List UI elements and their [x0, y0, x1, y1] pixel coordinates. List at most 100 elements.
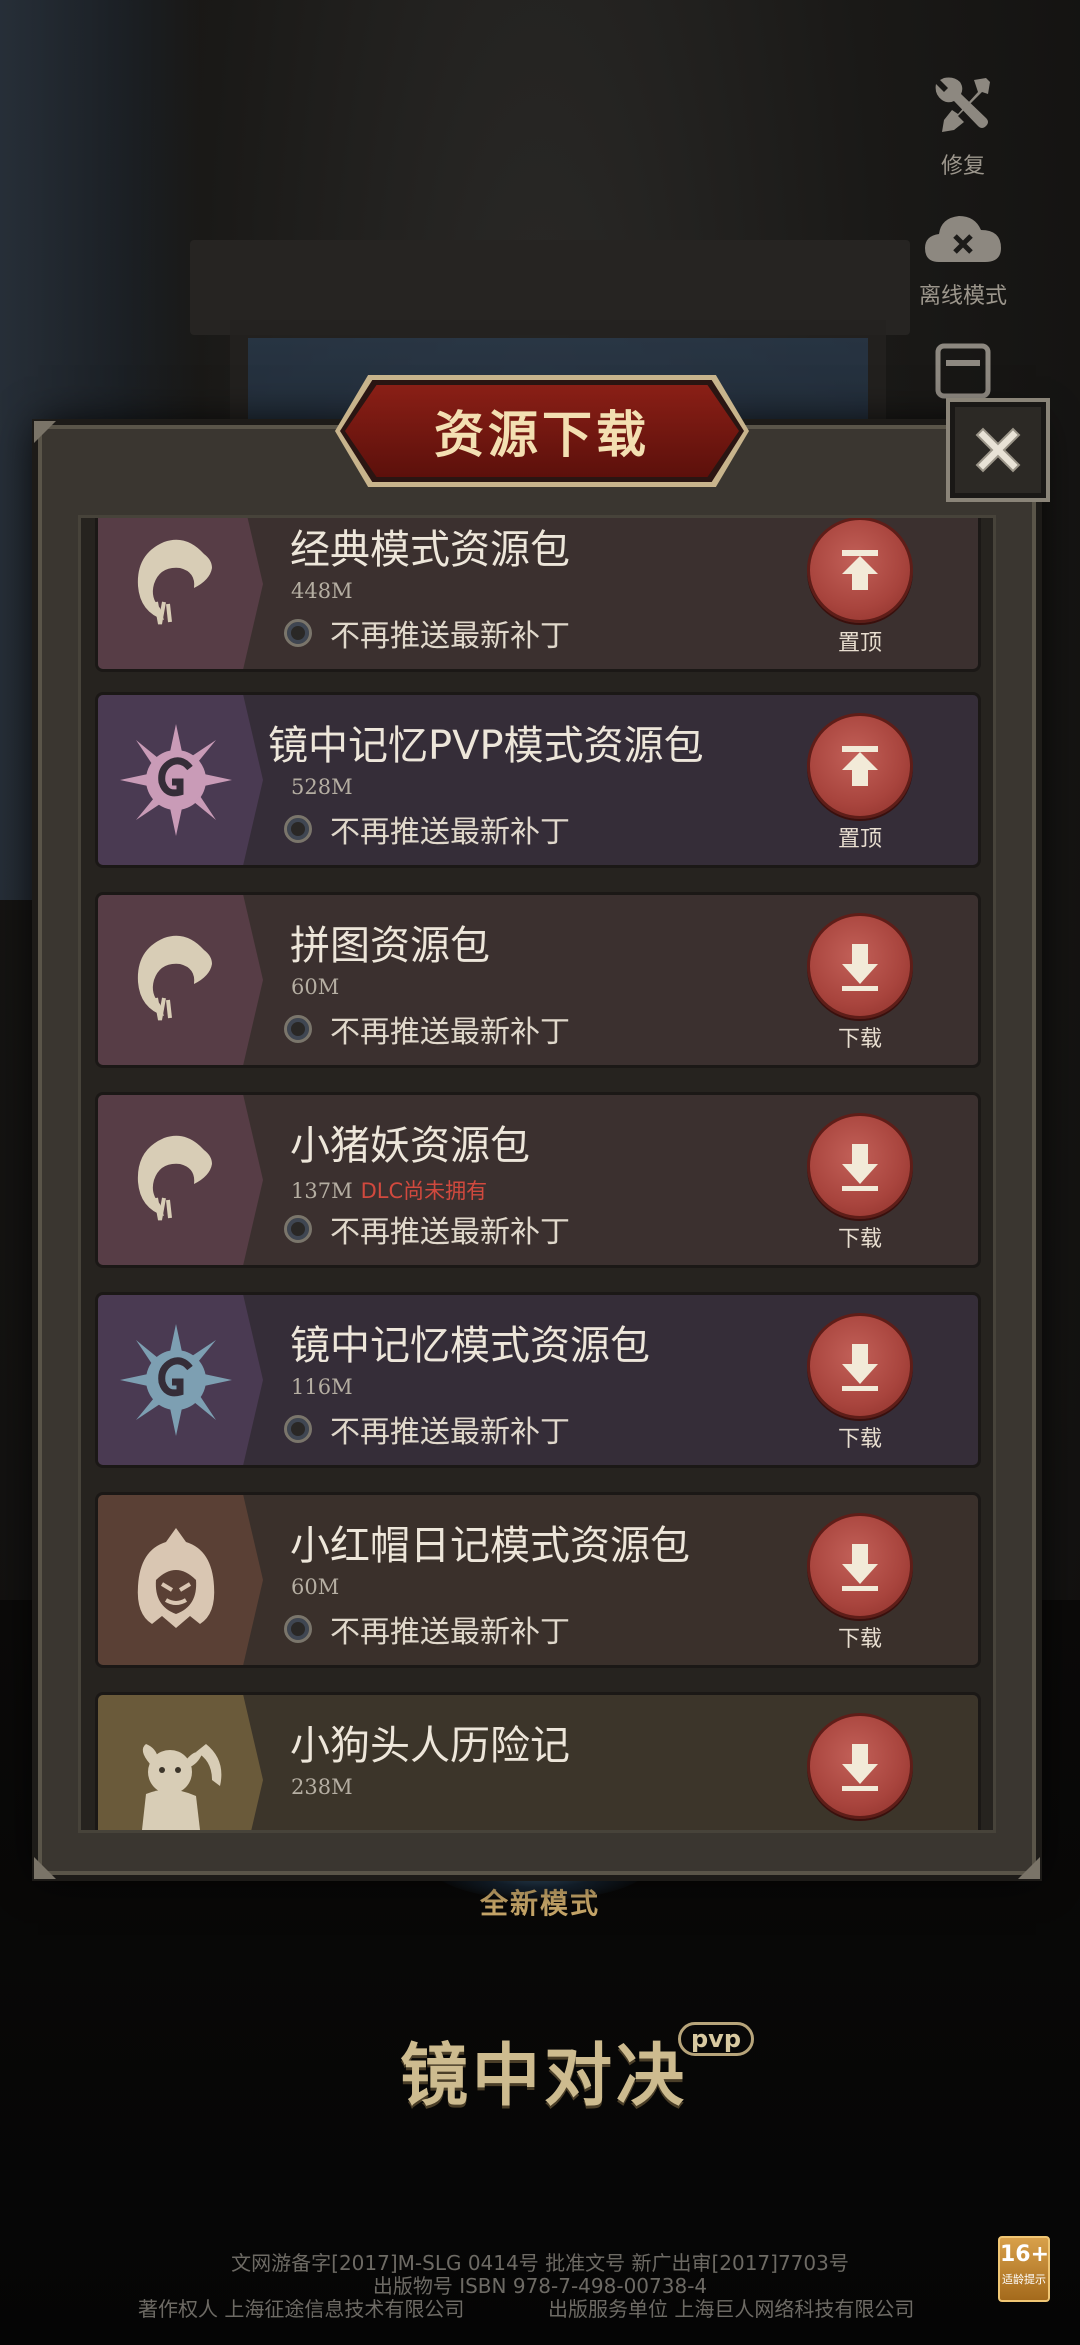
- download-icon: [842, 1544, 878, 1591]
- document-icon: [935, 343, 991, 399]
- offline-mode-button[interactable]: 离线模式: [903, 208, 1023, 310]
- no-patch-push-label: 不再推送最新补丁: [330, 619, 570, 654]
- item-size: 60M: [291, 975, 339, 999]
- pin-top-icon: [842, 550, 878, 590]
- download-button[interactable]: 下载: [806, 1313, 914, 1463]
- item-name: 小红帽日记模式资源包: [290, 1523, 690, 1569]
- modal-title: 资源下载: [434, 406, 650, 464]
- no-patch-push-checkbox[interactable]: 不再推送最新补丁: [284, 1207, 570, 1251]
- no-patch-push-label: 不再推送最新补丁: [330, 1415, 570, 1450]
- item-size: 137M DLC尚未拥有: [291, 1175, 487, 1205]
- frame-corner: [1018, 1857, 1040, 1879]
- swirl-moon-icon: [137, 1135, 212, 1221]
- resource-item: 经典模式资源包 448M 不再推送最新补丁 置顶: [95, 518, 981, 672]
- item-name: 小猪妖资源包: [290, 1123, 530, 1169]
- no-patch-push-label: 不再推送最新补丁: [330, 1215, 570, 1250]
- publishing-service: 出版服务单位 上海巨人网络科技有限公司: [548, 2297, 915, 2321]
- item-size-value: 116M: [291, 1375, 353, 1399]
- offline-mode-label: 离线模式: [918, 284, 1007, 309]
- game-logo-badge: pvp: [678, 2022, 755, 2056]
- item-name: 镜中记忆PVP模式资源包: [268, 723, 704, 769]
- resource-item: 拼图资源包 60M 不再推送最新补丁 下载: [95, 892, 981, 1068]
- item-name: 小狗头人历险记: [290, 1723, 570, 1769]
- item-size: 60M: [291, 1575, 339, 1599]
- item-name: 拼图资源包: [290, 923, 490, 969]
- age-rating-badge[interactable]: 16+ 适龄提示: [998, 2236, 1050, 2302]
- dog-kobold-icon: [142, 1744, 222, 1830]
- frame-corner: [34, 1857, 56, 1879]
- spiky-g-blue-icon: [120, 1324, 232, 1436]
- cloud-offline-icon: [925, 216, 1001, 262]
- repair-button[interactable]: 修复: [903, 72, 1023, 180]
- download-label: 下载: [837, 1627, 882, 1652]
- radio-circle[interactable]: [284, 1415, 312, 1443]
- item-size-value: 60M: [291, 975, 340, 999]
- game-logo: 镜中对决 pvp: [400, 2010, 760, 2120]
- radio-circle[interactable]: [284, 619, 312, 647]
- download-icon: [842, 944, 878, 991]
- no-patch-push-checkbox[interactable]: 不再推送最新补丁: [284, 611, 570, 655]
- download-button[interactable]: 下载: [806, 1113, 914, 1263]
- footer-copyright-line: 著作权人 上海征途信息技术有限公司 出版服务单位 上海巨人网络科技有限公司: [0, 2298, 1080, 2321]
- item-size: 528M: [291, 775, 353, 799]
- download-label: 下载: [837, 1027, 882, 1052]
- wrench-screwdriver-icon: [935, 77, 990, 132]
- no-patch-push-checkbox[interactable]: 不再推送最新补丁: [284, 807, 570, 851]
- radio-circle[interactable]: [284, 1015, 312, 1043]
- resource-item: 镜中记忆PVP模式资源包 528M 不再推送最新补丁 置顶: [95, 692, 981, 868]
- item-size-value: 448M: [291, 579, 353, 603]
- item-size: 116M: [291, 1375, 353, 1399]
- item-size-value: 60M: [291, 1575, 340, 1599]
- download-icon: [842, 1744, 878, 1791]
- resource-item: 小红帽日记模式资源包 60M 不再推送最新补丁 下载: [95, 1492, 981, 1668]
- pin-top-button[interactable]: 置顶: [806, 713, 914, 863]
- swirl-moon-icon: [137, 935, 212, 1021]
- spiky-g-pink-icon: [120, 724, 232, 836]
- resource-item: 小猪妖资源包 137M DLC尚未拥有 不再推送最新补丁 下载: [95, 1092, 981, 1268]
- red-hood-icon: [137, 1528, 215, 1628]
- no-patch-push-checkbox[interactable]: 不再推送最新补丁: [284, 1407, 570, 1451]
- download-button[interactable]: 下载: [806, 1513, 914, 1663]
- frame-corner: [34, 421, 56, 443]
- item-size: 448M: [291, 579, 353, 603]
- item-size-value: 137M: [291, 1179, 353, 1203]
- item-name: 镜中记忆模式资源包: [290, 1323, 650, 1369]
- resource-item: 镜中记忆模式资源包 116M 不再推送最新补丁 下载: [95, 1292, 981, 1468]
- no-patch-push-label: 不再推送最新补丁: [330, 1015, 570, 1050]
- download-button[interactable]: 下载: [806, 913, 914, 1063]
- age-rating-text: 适龄提示: [1002, 2273, 1046, 2286]
- footer-license-line: 文网游备字[2017]M-SLG 0414号 批准文号 新广出审[2017]77…: [231, 2251, 849, 2275]
- pin-top-label: 置顶: [837, 827, 882, 852]
- third-side-button[interactable]: [903, 340, 1023, 404]
- title-plate: 资源下载: [345, 385, 739, 477]
- no-patch-push-checkbox[interactable]: 不再推送最新补丁: [284, 1607, 570, 1651]
- no-patch-push-label: 不再推送最新补丁: [330, 815, 570, 850]
- download-label: 下载: [837, 1227, 882, 1252]
- resource-list-panel[interactable]: 经典模式资源包 448M 不再推送最新补丁 置顶 镜中记忆PVP模式资源包 52…: [78, 515, 996, 1833]
- radio-circle[interactable]: [284, 1215, 312, 1243]
- dlc-not-owned-badge: DLC尚未拥有: [360, 1179, 488, 1203]
- copyright-holder: 著作权人 上海征途信息技术有限公司: [138, 2297, 465, 2321]
- pin-top-button[interactable]: 置顶: [806, 518, 914, 667]
- footer-isbn-line: 出版物号 ISBN 978-7-498-00738-4: [372, 2274, 708, 2298]
- radio-circle[interactable]: [284, 1615, 312, 1643]
- repair-label: 修复: [940, 154, 985, 179]
- pin-top-icon: [842, 746, 878, 786]
- item-name: 经典模式资源包: [290, 527, 570, 573]
- radio-circle[interactable]: [284, 815, 312, 843]
- item-size: 238M: [291, 1775, 353, 1799]
- close-button[interactable]: [946, 398, 1050, 502]
- age-rating-value: 16+: [1000, 2242, 1050, 2267]
- download-button[interactable]: [806, 1713, 914, 1830]
- new-mode-label[interactable]: 全新模式: [440, 1882, 640, 1922]
- item-size-value: 528M: [291, 775, 353, 799]
- game-logo-text: 镜中对决: [400, 2036, 689, 2116]
- download-label: 下载: [837, 1427, 882, 1452]
- resource-download-modal: 经典模式资源包 448M 不再推送最新补丁 置顶 镜中记忆PVP模式资源包 52…: [34, 421, 1040, 1879]
- close-icon: [975, 427, 1021, 473]
- swirl-moon-icon: [137, 539, 212, 625]
- download-icon: [842, 1144, 878, 1191]
- license-footer: 文网游备字[2017]M-SLG 0414号 批准文号 新广出审[2017]77…: [0, 2252, 1080, 2321]
- no-patch-push-checkbox[interactable]: 不再推送最新补丁: [284, 1007, 570, 1051]
- resource-item: 小狗头人历险记 238M: [95, 1692, 981, 1830]
